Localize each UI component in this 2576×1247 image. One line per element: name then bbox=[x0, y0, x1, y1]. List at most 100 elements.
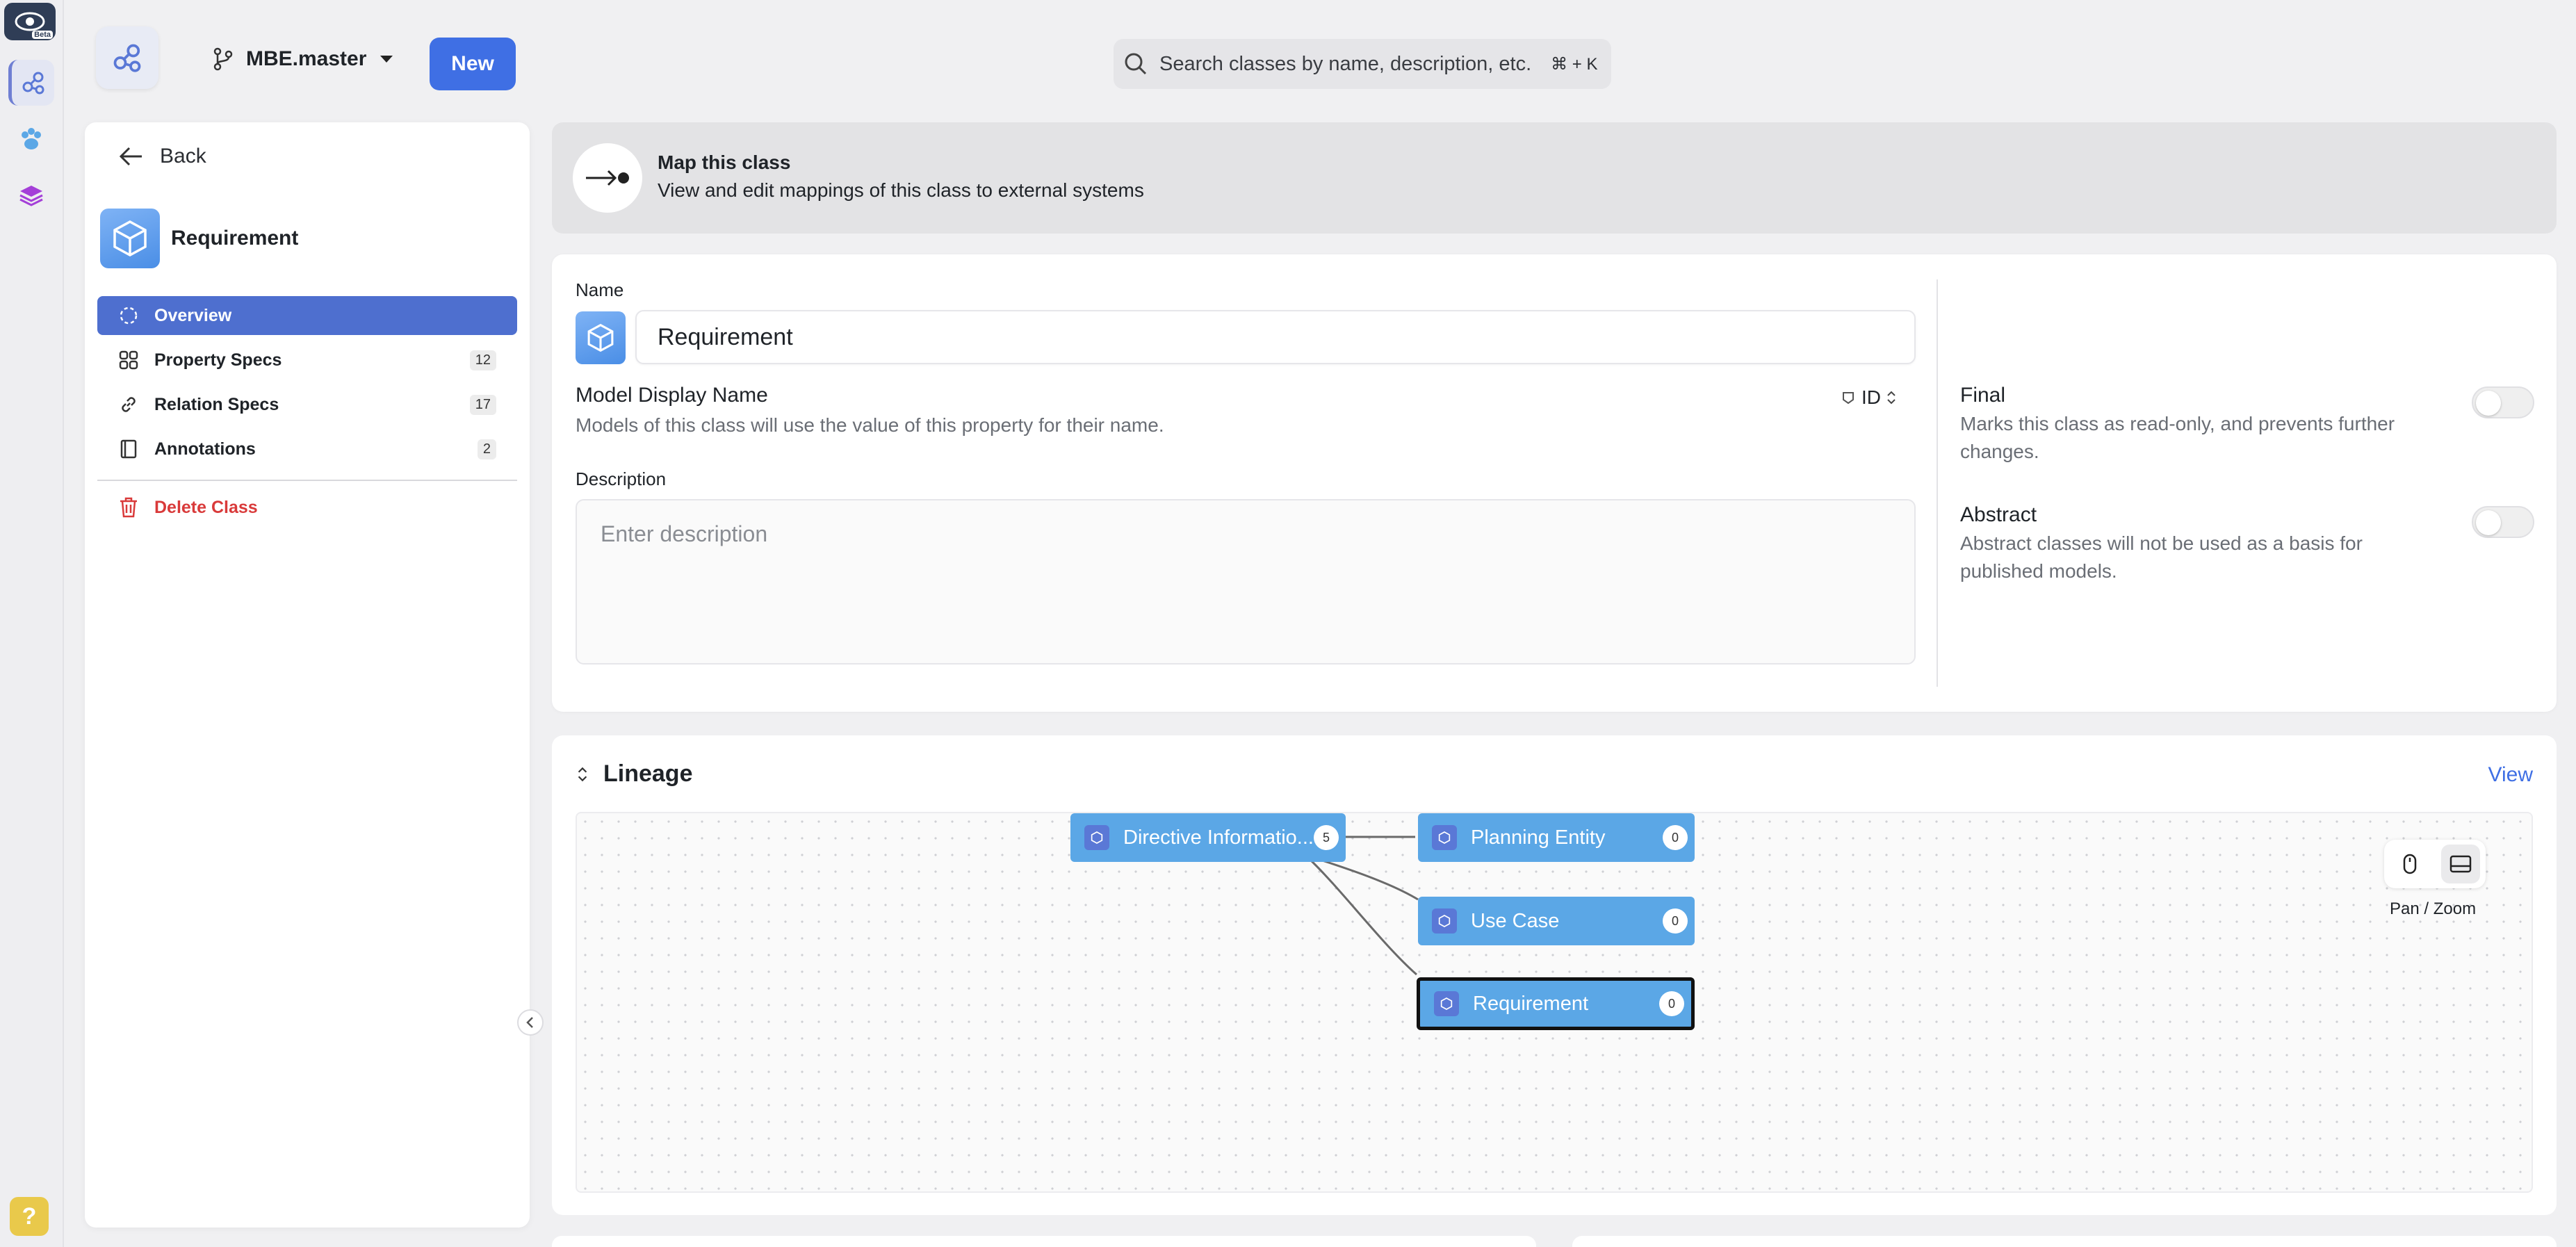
nav-relation-specs[interactable]: Relation Specs 17 bbox=[97, 385, 517, 424]
cube-icon bbox=[1434, 991, 1459, 1016]
map-class-banner[interactable]: Map this class View and edit mappings of… bbox=[552, 122, 2557, 234]
id-icon bbox=[1843, 392, 1854, 405]
pan-zoom-control bbox=[2384, 840, 2486, 888]
arrow-left-icon bbox=[119, 147, 142, 166]
lineage-view-link[interactable]: View bbox=[2488, 763, 2533, 787]
trackpad-mode-button[interactable] bbox=[2440, 845, 2480, 883]
node-label: Requirement bbox=[1473, 992, 1589, 1015]
search-icon bbox=[1125, 53, 1147, 75]
lineage-title: Lineage bbox=[603, 760, 693, 787]
rail-classes-button[interactable] bbox=[8, 60, 54, 106]
toggle-knob bbox=[2476, 510, 2501, 535]
final-description: Marks this class as read-only, and preve… bbox=[1960, 413, 2395, 462]
final-toggle[interactable] bbox=[2472, 386, 2534, 418]
nav-overview[interactable]: Overview bbox=[97, 296, 517, 335]
workspace-button[interactable] bbox=[96, 26, 158, 89]
icon-rail: Beta ? bbox=[0, 0, 64, 1247]
description-field[interactable]: Enter description bbox=[576, 499, 1916, 665]
abstract-title: Abstract bbox=[1960, 503, 2037, 526]
branch-selector[interactable]: MBE.master bbox=[213, 47, 394, 71]
display-name-title: Model Display Name bbox=[576, 384, 768, 407]
pan-zoom-label: Pan / Zoom bbox=[2390, 899, 2477, 918]
count-badge: 2 bbox=[477, 439, 496, 459]
caret-down-icon bbox=[380, 56, 393, 63]
vertical-divider bbox=[1937, 279, 1938, 687]
delete-class-button[interactable]: Delete Class bbox=[118, 496, 258, 519]
trash-icon bbox=[120, 497, 137, 518]
abstract-toggle[interactable] bbox=[2472, 506, 2534, 538]
class-name: Requirement bbox=[171, 227, 299, 250]
lineage-canvas[interactable]: Directive Informatio... 5 Planning Entit… bbox=[576, 812, 2533, 1193]
collapse-sidebar-button[interactable] bbox=[517, 1009, 544, 1036]
lineage-node-planning-entity[interactable]: Planning Entity 0 bbox=[1418, 813, 1695, 862]
node-count-badge: 0 bbox=[1663, 825, 1688, 850]
node-label: Directive Informatio... bbox=[1123, 826, 1314, 849]
beta-badge: Beta bbox=[32, 31, 53, 39]
delete-label: Delete Class bbox=[154, 497, 258, 517]
search-shortcut: ⌘ + K bbox=[1551, 54, 1598, 74]
nav-label: Overview bbox=[154, 305, 232, 325]
node-label: Planning Entity bbox=[1471, 826, 1606, 849]
display-name-select[interactable]: ID bbox=[1841, 386, 1896, 409]
final-title: Final bbox=[1960, 384, 2006, 407]
nav-annotations[interactable]: Annotations 2 bbox=[97, 430, 517, 468]
cube-icon bbox=[587, 323, 614, 352]
lineage-node-use-case[interactable]: Use Case 0 bbox=[1418, 897, 1695, 945]
cube-icon bbox=[1084, 825, 1109, 850]
nav-property-specs[interactable]: Property Specs 12 bbox=[97, 341, 517, 380]
graph-icon bbox=[113, 44, 141, 72]
chevron-up-down-icon bbox=[1887, 391, 1896, 405]
map-title: Map this class bbox=[658, 152, 791, 173]
class-form: Name Requirement Model Display Name Mode… bbox=[552, 254, 2557, 712]
class-icon-picker[interactable] bbox=[576, 311, 626, 364]
mouse-mode-button[interactable] bbox=[2390, 845, 2429, 883]
grid-icon bbox=[119, 350, 138, 370]
node-label: Use Case bbox=[1471, 909, 1560, 932]
paw-icon bbox=[22, 128, 41, 149]
rail-models-button[interactable] bbox=[8, 117, 54, 163]
name-label: Name bbox=[576, 279, 624, 300]
node-count-badge: 0 bbox=[1659, 991, 1684, 1016]
node-count-badge: 0 bbox=[1663, 908, 1688, 934]
chevron-left-icon bbox=[526, 1017, 533, 1028]
chevron-up-down-icon bbox=[578, 767, 587, 781]
nav-label: Annotations bbox=[154, 439, 256, 459]
nav-label: Relation Specs bbox=[154, 394, 279, 414]
lineage-toggle[interactable]: Lineage bbox=[577, 760, 692, 788]
display-name-description: Models of this class will use the value … bbox=[576, 414, 1164, 436]
back-button[interactable]: Back bbox=[118, 145, 206, 168]
divider bbox=[97, 480, 517, 481]
count-badge: 12 bbox=[469, 350, 496, 370]
layers-icon bbox=[19, 186, 43, 206]
trackpad-icon bbox=[2449, 855, 2471, 873]
nav-label: Property Specs bbox=[154, 350, 282, 370]
lineage-node-requirement[interactable]: Requirement 0 bbox=[1417, 977, 1695, 1030]
abstract-description: Abstract classes will not be used as a b… bbox=[1960, 532, 2363, 582]
book-icon bbox=[120, 439, 137, 459]
search-placeholder: Search classes by name, description, etc… bbox=[1159, 52, 1532, 75]
cube-icon bbox=[1432, 908, 1457, 934]
back-label: Back bbox=[160, 145, 206, 168]
app-logo[interactable]: Beta bbox=[4, 3, 56, 40]
help-button[interactable]: ? bbox=[10, 1197, 49, 1236]
mouse-icon bbox=[2403, 854, 2416, 874]
bottom-card-left bbox=[552, 1236, 1536, 1247]
cube-icon bbox=[1432, 825, 1457, 850]
display-name-value: ID bbox=[1861, 386, 1881, 408]
graph-icon bbox=[22, 72, 44, 95]
search-input[interactable]: Search classes by name, description, etc… bbox=[1114, 39, 1611, 89]
count-badge: 17 bbox=[469, 394, 496, 415]
name-field[interactable]: Requirement bbox=[635, 310, 1916, 364]
lineage-node-directive-information[interactable]: Directive Informatio... 5 bbox=[1070, 813, 1346, 862]
map-subtitle: View and edit mappings of this class to … bbox=[658, 179, 1144, 201]
node-count-badge: 5 bbox=[1314, 825, 1339, 850]
new-button[interactable]: New bbox=[430, 38, 516, 90]
description-label: Description bbox=[576, 468, 667, 489]
cube-icon bbox=[100, 209, 160, 268]
lineage-panel: Lineage View Directive Informatio... 5 P… bbox=[552, 735, 2557, 1215]
rail-layers-button[interactable] bbox=[8, 172, 54, 218]
git-branch-icon bbox=[213, 47, 233, 71]
bottom-card-right bbox=[1572, 1236, 2557, 1247]
class-header: Requirement bbox=[100, 209, 298, 268]
branch-name: MBE.master bbox=[246, 47, 367, 70]
